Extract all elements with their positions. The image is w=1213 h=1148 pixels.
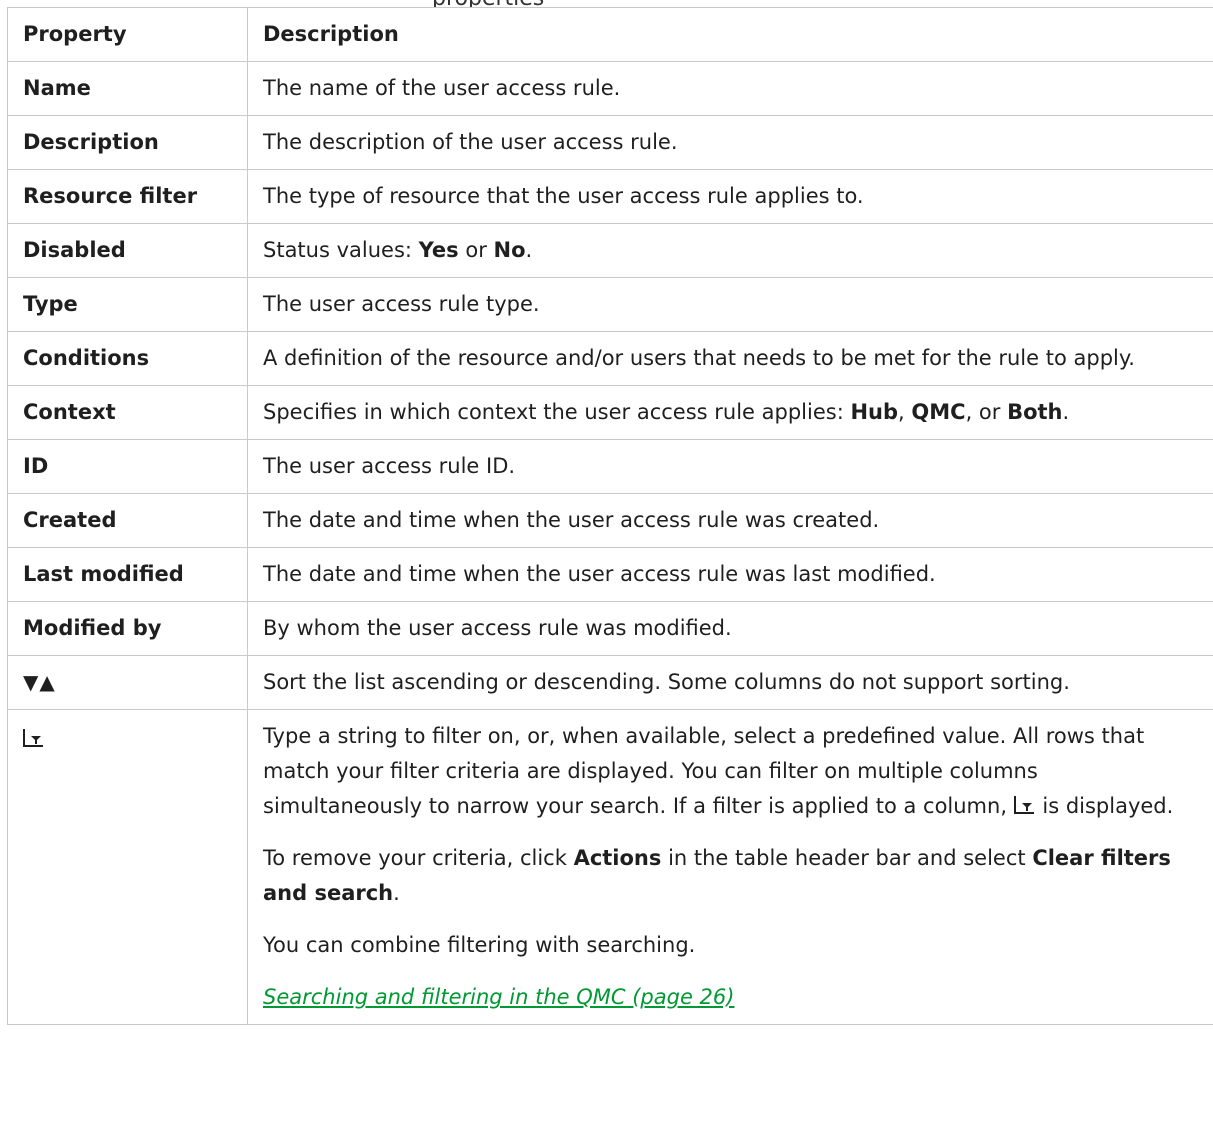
property-description: A definition of the resource and/or user…	[247, 331, 1213, 386]
desc-text: To remove your criteria, click	[263, 846, 574, 870]
table-row-filter: Type a string to filter on, or, when ava…	[7, 709, 1213, 1025]
property-description: The description of the user access rule.	[247, 115, 1213, 170]
property-description: The name of the user access rule.	[247, 61, 1213, 116]
column-header-property: Property	[7, 7, 248, 62]
table-row: Name The name of the user access rule.	[7, 61, 1213, 116]
table-header-row: Property Description	[7, 7, 1213, 62]
property-name: Modified by	[7, 601, 248, 656]
table-row: Created The date and time when the user …	[7, 493, 1213, 548]
property-name: Created	[7, 493, 248, 548]
context-both: Both	[1007, 400, 1063, 424]
desc-text: .	[525, 238, 533, 262]
table-row-sort: ▼▲ Sort the list ascending or descending…	[7, 655, 1213, 710]
property-name: Type	[7, 277, 248, 332]
context-qmc: QMC	[911, 400, 966, 424]
desc-text: is displayed.	[1035, 794, 1174, 818]
property-description: Specifies in which context the user acce…	[247, 385, 1213, 440]
table-row: Conditions A definition of the resource …	[7, 331, 1213, 386]
desc-text: , or	[965, 400, 1008, 424]
status-no: No	[493, 238, 526, 262]
table-row: Disabled Status values: Yes or No.	[7, 223, 1213, 278]
desc-text: .	[393, 881, 400, 905]
property-description: The user access rule type.	[247, 277, 1213, 332]
property-name: Conditions	[7, 331, 248, 386]
desc-text: in the table header bar and select	[661, 846, 1033, 870]
table-row: Context Specifies in which context the u…	[7, 385, 1213, 440]
property-description: Status values: Yes or No.	[247, 223, 1213, 278]
property-name: Description	[7, 115, 248, 170]
desc-text: Status values:	[263, 238, 419, 262]
desc-text: ,	[898, 400, 912, 424]
desc-text: Specifies in which context the user acce…	[263, 400, 851, 424]
property-description: The date and time when the user access r…	[247, 547, 1213, 602]
actions-label: Actions	[573, 846, 662, 870]
table-row: ID The user access rule ID.	[7, 439, 1213, 494]
table-row: Description The description of the user …	[7, 115, 1213, 170]
status-yes: Yes	[418, 238, 459, 262]
filter-icon	[23, 729, 43, 747]
column-header-description: Description	[247, 7, 1213, 62]
filter-icon-cell	[7, 709, 248, 1025]
table-row: Type The user access rule type.	[7, 277, 1213, 332]
context-hub: Hub	[850, 400, 899, 424]
table-row: Modified by By whom the user access rule…	[7, 601, 1213, 656]
desc-text: or	[458, 238, 494, 262]
property-description: By whom the user access rule was modifie…	[247, 601, 1213, 656]
desc-text: .	[1062, 400, 1070, 424]
properties-table: Property Description Name The name of th…	[7, 7, 1213, 1025]
property-name: Last modified	[7, 547, 248, 602]
property-name: Name	[7, 61, 248, 116]
property-description: Sort the list ascending or descending. S…	[247, 655, 1213, 710]
sort-arrows-cell: ▼▲	[7, 655, 248, 710]
filter-paragraph-4: Searching and filtering in the QMC (page…	[263, 980, 1199, 1015]
property-name: Context	[7, 385, 248, 440]
desc-text: Type a string to filter on, or, when ava…	[263, 724, 1145, 818]
table-row: Last modified The date and time when the…	[7, 547, 1213, 602]
property-name: Resource filter	[7, 169, 248, 224]
property-description: Type a string to filter on, or, when ava…	[247, 709, 1213, 1025]
property-name: Disabled	[7, 223, 248, 278]
property-description: The type of resource that the user acces…	[247, 169, 1213, 224]
property-name: ID	[7, 439, 248, 494]
filter-paragraph-3: You can combine filtering with searching…	[263, 933, 696, 957]
filter-paragraph-1: Type a string to filter on, or, when ava…	[263, 719, 1199, 824]
table-row: Resource filter The type of resource tha…	[7, 169, 1213, 224]
property-description: The date and time when the user access r…	[247, 493, 1213, 548]
filter-paragraph-2: To remove your criteria, click Actions i…	[263, 841, 1199, 911]
sort-arrows-icon: ▼▲	[23, 670, 56, 694]
filter-applied-icon	[1013, 796, 1034, 814]
searching-filtering-link[interactable]: Searching and filtering in the QMC (page…	[263, 985, 734, 1009]
property-description: The user access rule ID.	[247, 439, 1213, 494]
